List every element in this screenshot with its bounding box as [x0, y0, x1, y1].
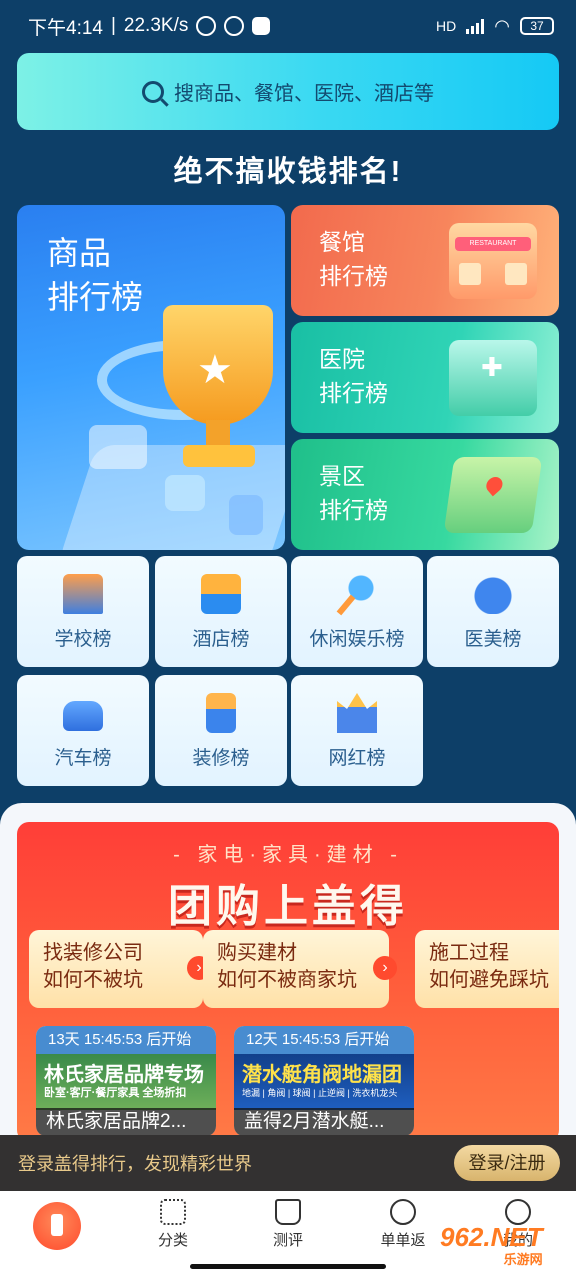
- tile-label: 休闲娱乐榜: [309, 629, 405, 650]
- nav-home-icon[interactable]: [33, 1202, 81, 1250]
- promo-title: 团购上盖得: [168, 882, 408, 931]
- hospital-card-title: 医院: [319, 346, 365, 372]
- deal-banner: 潜水艇角阀地漏团 地漏 | 角阀 | 球阀 | 止逆阀 | 洗衣机龙头: [234, 1054, 414, 1110]
- search-icon: [142, 80, 164, 103]
- deal-card[interactable]: 12天 15:45:53 后开始 潜水艇角阀地漏团 地漏 | 角阀 | 球阀 |…: [234, 1026, 414, 1136]
- deal-caption: 林氏家居品牌2...: [36, 1108, 216, 1136]
- mute-icon: [196, 16, 217, 36]
- coins-icon: [390, 1199, 416, 1225]
- tile-influencer-ranking[interactable]: 网红榜: [291, 675, 423, 786]
- crown-icon: [337, 693, 377, 733]
- restaurant-building-icon: RESTAURANT: [449, 223, 537, 299]
- cylinder-decoration: [229, 495, 263, 535]
- status-time: 下午4:14: [28, 17, 103, 39]
- tile-hotel-ranking[interactable]: 酒店榜: [155, 556, 287, 667]
- login-prompt-bar: 登录盖得排行，发现精彩世界 登录/注册: [0, 1135, 576, 1191]
- deal-countdown: 13天 15:45:53 后开始: [36, 1026, 216, 1054]
- tile-decoration-ranking[interactable]: 装修榜: [155, 675, 287, 786]
- tile-label: 汽车榜: [54, 748, 112, 769]
- alarm-icon: [224, 16, 245, 36]
- scenic-ranking-card[interactable]: 景区 排行榜: [291, 439, 559, 550]
- tile-label: 学校榜: [54, 629, 112, 650]
- tile-label: 装修榜: [192, 748, 250, 769]
- car-icon: [63, 701, 103, 731]
- hospital-ranking-card[interactable]: 医院 排行榜 ✚: [291, 322, 559, 433]
- wifi-icon: ◠: [494, 15, 510, 36]
- tile-label: 医美榜: [464, 629, 522, 650]
- home-indicator: [190, 1264, 386, 1269]
- status-bar: 下午4:14 | 22.3K/s HD ◠ 37: [0, 0, 576, 52]
- location-pin-icon: [483, 473, 506, 497]
- paint-brush-icon: [206, 693, 236, 733]
- promo-chip-materials[interactable]: 购买建材 如何不被商家坑 ›: [203, 930, 397, 1008]
- tile-label: 网红榜: [328, 748, 386, 769]
- search-placeholder: 搜商品、餐馆、医院、酒店等: [174, 83, 434, 105]
- goods-card-title: 商品: [47, 235, 112, 271]
- restaurant-sign: RESTAURANT: [455, 237, 531, 251]
- flask-icon: [275, 1199, 301, 1225]
- battery-level: 37: [530, 19, 544, 33]
- login-message: 登录盖得排行，发现精彩世界: [18, 1154, 252, 1174]
- scenic-card-subtitle: 排行榜: [319, 497, 388, 523]
- nav-review[interactable]: 测评: [248, 1199, 328, 1250]
- search-bar[interactable]: 搜商品、餐馆、医院、酒店等: [17, 53, 559, 130]
- nav-cashback[interactable]: 单单返: [363, 1199, 443, 1250]
- category-icon: [160, 1199, 186, 1225]
- restaurant-ranking-card[interactable]: 餐馆 排行榜 RESTAURANT: [291, 205, 559, 316]
- hd-badge: HD: [436, 18, 457, 34]
- deal-banner: 林氏家居品牌专场 卧室·客厅·餐厅家具 全场折扣: [36, 1054, 216, 1110]
- scenic-card-title: 景区: [319, 463, 365, 489]
- nav-category[interactable]: 分类: [133, 1199, 213, 1250]
- status-net-speed: 22.3K/s: [123, 15, 189, 36]
- medical-cross-icon: ✚: [481, 352, 503, 382]
- chevron-right-icon: ›: [373, 956, 397, 980]
- star-icon: ★: [197, 348, 233, 392]
- signal-icon: [466, 18, 485, 34]
- face-icon: [473, 574, 513, 614]
- map-icon: [443, 457, 543, 533]
- tile-school-ranking[interactable]: 学校榜: [17, 556, 149, 667]
- tile-beauty-ranking[interactable]: 医美榜: [427, 556, 559, 667]
- check-badge-icon: [165, 475, 205, 511]
- promo-chip-renovation[interactable]: 找装修公司 如何不被坑 ›: [29, 930, 211, 1008]
- battery-icon: 37: [520, 17, 554, 35]
- watermark: 962.NET 乐游网: [440, 1222, 543, 1267]
- microphone-icon: [337, 574, 377, 614]
- school-icon: [63, 574, 103, 614]
- promo-chip-construction[interactable]: 施工过程 如何避免踩坑: [415, 930, 559, 1008]
- hospital-building-icon: ✚: [449, 340, 537, 416]
- restaurant-card-subtitle: 排行榜: [319, 263, 388, 289]
- promo-subtitle: - 家电·家具·建材 -: [173, 844, 403, 866]
- goods-ranking-card[interactable]: 商品 排行榜 ★: [17, 205, 285, 550]
- chat-bubble-icon: [89, 425, 147, 469]
- deal-countdown: 12天 15:45:53 后开始: [234, 1026, 414, 1054]
- tile-leisure-ranking[interactable]: 休闲娱乐榜: [291, 556, 423, 667]
- restaurant-card-title: 餐馆: [319, 229, 365, 255]
- tile-label: 酒店榜: [192, 629, 250, 650]
- deal-card[interactable]: 13天 15:45:53 后开始 林氏家居品牌专场 卧室·客厅·餐厅家具 全场折…: [36, 1026, 216, 1136]
- login-register-button[interactable]: 登录/注册: [454, 1145, 560, 1181]
- hotel-icon: [201, 574, 241, 614]
- hospital-card-subtitle: 排行榜: [319, 380, 388, 406]
- deal-caption: 盖得2月潜水艇...: [234, 1108, 414, 1136]
- page-headline: 绝不搞收钱排名!: [173, 156, 403, 188]
- goods-card-subtitle: 排行榜: [47, 279, 144, 315]
- tile-car-ranking[interactable]: 汽车榜: [17, 675, 149, 786]
- app-notification-icon: [252, 17, 271, 35]
